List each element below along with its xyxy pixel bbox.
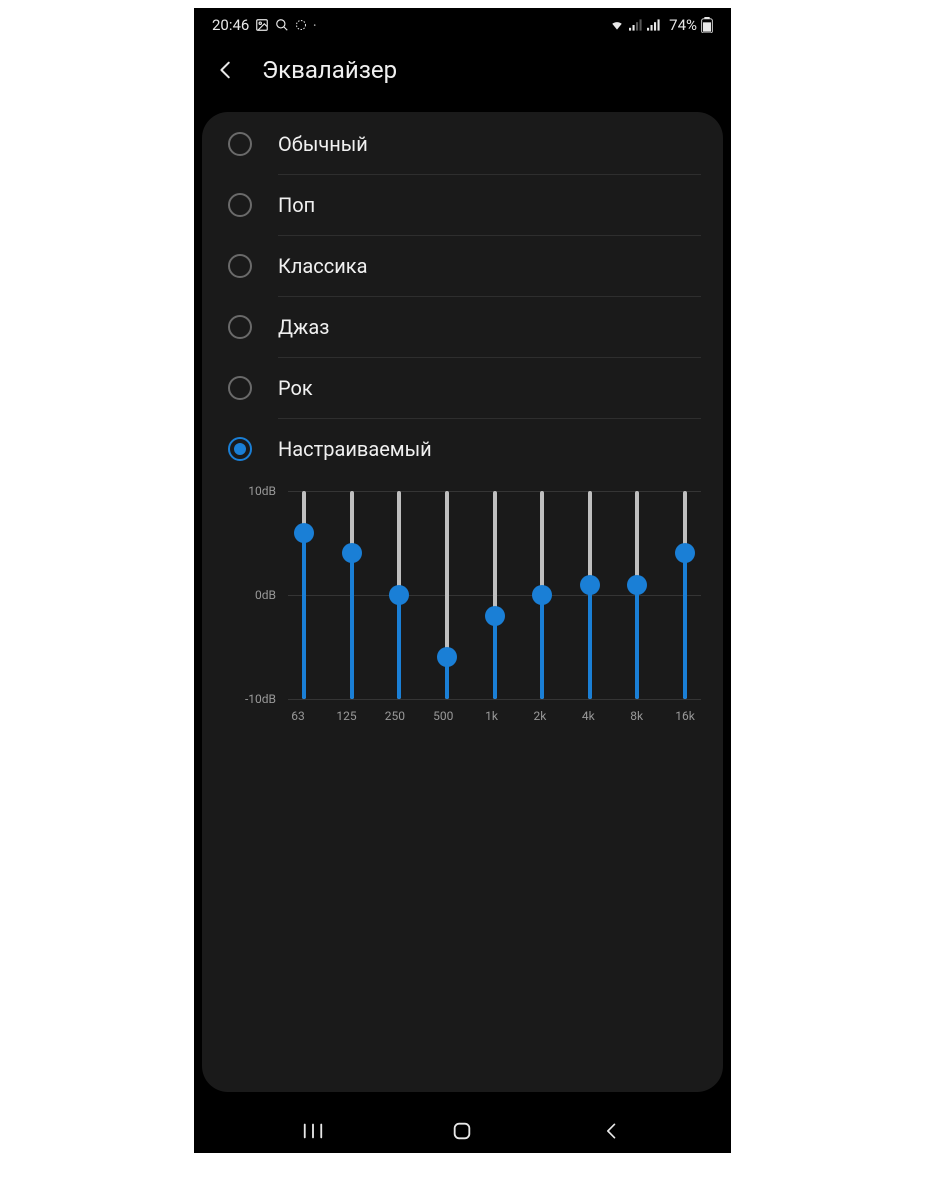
wifi-icon: [609, 18, 625, 32]
status-right: 74%: [609, 16, 713, 34]
preset-label: Обычный: [278, 132, 701, 156]
status-time: 20:46: [212, 16, 249, 34]
status-left: 20:46 •: [212, 16, 316, 34]
preset-label: Классика: [278, 254, 701, 278]
signal-icon-1: [629, 19, 643, 31]
eq-track-fill: [493, 616, 497, 699]
eq-track-fill: [635, 585, 639, 699]
radio-normal[interactable]: [228, 132, 252, 156]
eq-thumb[interactable]: [294, 523, 314, 543]
battery-text: 74%: [669, 16, 697, 34]
preset-label: Настраиваемый: [278, 437, 701, 461]
radio-custom[interactable]: [228, 437, 252, 461]
eq-track-fill: [588, 585, 592, 699]
eq-thumb[interactable]: [532, 585, 552, 605]
gallery-icon: [255, 18, 269, 32]
battery-icon: [701, 17, 713, 33]
search-icon: [275, 18, 289, 32]
eq-slider-2k[interactable]: [532, 491, 552, 699]
eq-band-label: 250: [385, 709, 405, 723]
eq-track-fill: [683, 553, 687, 699]
eq-band-label: 4k: [578, 709, 598, 723]
eq-y-tick-mid: 0dB: [255, 588, 276, 602]
preset-option-classic[interactable]: Классика: [202, 236, 723, 296]
page-header: Эквалайзер: [194, 42, 731, 106]
eq-track-fill: [302, 533, 306, 699]
device-screen: 20:46 • 74%: [194, 8, 731, 1153]
eq-track-fill: [350, 553, 354, 699]
preset-option-pop[interactable]: Поп: [202, 175, 723, 235]
eq-y-tick-bot: -10dB: [245, 692, 276, 706]
eq-band-label: 63: [288, 709, 308, 723]
eq-thumb[interactable]: [342, 543, 362, 563]
eq-slider-16k[interactable]: [675, 491, 695, 699]
loading-icon: [295, 19, 307, 31]
preset-option-custom[interactable]: Настраиваемый: [202, 419, 723, 479]
eq-thumb[interactable]: [437, 647, 457, 667]
eq-thumb[interactable]: [627, 575, 647, 595]
eq-slider-125[interactable]: [342, 491, 362, 699]
nav-recents-button[interactable]: [299, 1117, 327, 1145]
eq-sliders: [288, 491, 701, 699]
status-bar: 20:46 • 74%: [194, 8, 731, 42]
nav-back-button[interactable]: [598, 1117, 626, 1145]
eq-track-fill: [397, 595, 401, 699]
radio-rock[interactable]: [228, 376, 252, 400]
eq-band-label: 1k: [482, 709, 502, 723]
eq-thumb[interactable]: [389, 585, 409, 605]
options-card: Обычный Поп Классика Джаз Рок Настраиваемый 1…: [202, 112, 723, 1092]
eq-thumb[interactable]: [485, 606, 505, 626]
eq-slider-8k[interactable]: [627, 491, 647, 699]
preset-option-rock[interactable]: Рок: [202, 358, 723, 418]
eq-band-label: 2k: [530, 709, 550, 723]
preset-label: Поп: [278, 193, 701, 217]
radio-pop[interactable]: [228, 193, 252, 217]
back-button[interactable]: [212, 56, 240, 84]
preset-label: Рок: [278, 376, 701, 400]
eq-y-tick-top: 10dB: [248, 484, 276, 498]
eq-band-label: 500: [433, 709, 453, 723]
eq-slider-250[interactable]: [389, 491, 409, 699]
eq-band-label: 125: [336, 709, 356, 723]
page-title: Эквалайзер: [262, 56, 397, 84]
radio-jazz[interactable]: [228, 315, 252, 339]
eq-band-label: 8k: [627, 709, 647, 723]
eq-band-label: 16k: [675, 709, 695, 723]
preset-option-jazz[interactable]: Джаз: [202, 297, 723, 357]
equalizer-panel: 10dB 0dB -10dB 63 125 250 500 1k 2k 4k 8k 16k: [202, 479, 723, 723]
eq-slider-1k[interactable]: [485, 491, 505, 699]
eq-track-fill: [540, 595, 544, 699]
eq-y-axis: 10dB 0dB -10dB: [228, 491, 282, 699]
preset-option-normal[interactable]: Обычный: [202, 114, 723, 174]
nav-bar: [194, 1109, 731, 1153]
nav-home-button[interactable]: [448, 1117, 476, 1145]
eq-thumb[interactable]: [580, 575, 600, 595]
eq-gridline: [288, 699, 701, 700]
dot-icon: •: [313, 21, 316, 30]
eq-x-axis: 63 125 250 500 1k 2k 4k 8k 16k: [228, 709, 701, 723]
eq-slider-63[interactable]: [294, 491, 314, 699]
radio-classic[interactable]: [228, 254, 252, 278]
eq-slider-500[interactable]: [437, 491, 457, 699]
eq-thumb[interactable]: [675, 543, 695, 563]
eq-slider-4k[interactable]: [580, 491, 600, 699]
preset-label: Джаз: [278, 315, 701, 339]
signal-icon-2: [647, 19, 661, 31]
